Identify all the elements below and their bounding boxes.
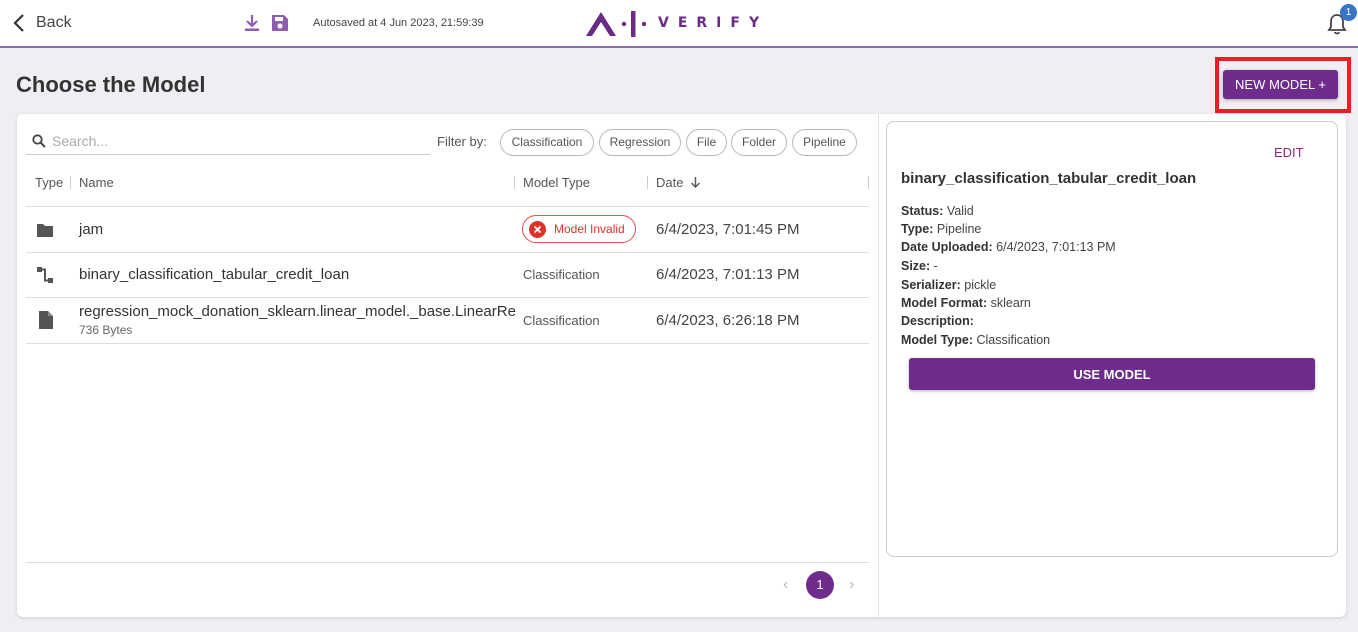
status-badge-invalid: Model Invalid	[522, 215, 636, 243]
column-header-model-type[interactable]: Model Type	[523, 175, 590, 190]
row-divider	[26, 297, 869, 298]
column-separator	[868, 176, 869, 189]
field-label: Model Format:	[901, 296, 988, 310]
field-value: pickle	[964, 278, 997, 292]
folder-icon	[37, 224, 53, 237]
file-icon	[39, 311, 53, 329]
download-icon[interactable]	[243, 14, 261, 32]
column-separator	[647, 176, 648, 189]
filter-chip-classification[interactable]: Classification	[500, 129, 594, 156]
row-name: binary_classification_tabular_credit_loa…	[79, 266, 350, 283]
row-date: 6/4/2023, 7:01:45 PM	[656, 221, 800, 238]
row-date: 6/4/2023, 6:26:18 PM	[656, 312, 800, 329]
search-box	[26, 127, 430, 155]
detail-model-type: Model Type: Classification	[901, 333, 1050, 347]
column-separator	[70, 176, 71, 189]
prev-page-button[interactable]: ‹	[783, 576, 788, 594]
row-name: regression_mock_donation_sklearn.linear_…	[79, 303, 516, 320]
field-label: Type:	[901, 222, 934, 236]
column-header-type[interactable]: Type	[35, 175, 63, 190]
save-icon[interactable]	[271, 14, 289, 32]
field-label: Model Type:	[901, 333, 973, 347]
field-value: 6/4/2023, 7:01:13 PM	[996, 240, 1116, 254]
top-bar: Back Autosaved at 4 Jun 2023, 21:59:39 V…	[0, 0, 1358, 48]
page-1-button[interactable]: 1	[806, 571, 834, 599]
pagination-divider	[26, 562, 869, 563]
logo-text: VERIFY	[658, 15, 769, 31]
field-value: Classification	[976, 333, 1051, 347]
back-button[interactable]: Back	[12, 13, 72, 33]
logo-mark-icon	[586, 11, 647, 37]
status-label: Model Invalid	[554, 222, 625, 236]
search-icon	[32, 133, 46, 148]
filter-chip-folder[interactable]: Folder	[731, 129, 787, 156]
filter-chip-file[interactable]: File	[686, 129, 727, 156]
field-value: Valid	[946, 204, 974, 218]
page-title: Choose the Model	[16, 72, 206, 97]
row-date: 6/4/2023, 7:01:13 PM	[656, 266, 800, 283]
filter-chip-regression[interactable]: Regression	[599, 129, 681, 156]
field-value: -	[933, 259, 938, 273]
row-name: jam	[79, 221, 104, 238]
field-label: Size:	[901, 259, 931, 273]
row-model-type: Classification	[523, 313, 600, 328]
field-label: Description:	[901, 314, 974, 328]
column-header-date[interactable]: Date	[656, 175, 683, 190]
sort-descending-icon[interactable]	[690, 176, 701, 189]
field-label: Status:	[901, 204, 944, 218]
field-label: Date Uploaded:	[901, 240, 993, 254]
detail-status: Status: Valid	[901, 204, 974, 218]
row-model-type: Classification	[523, 267, 600, 282]
new-model-button[interactable]: NEW MODEL +	[1223, 70, 1338, 99]
use-model-button[interactable]: USE MODEL	[909, 358, 1315, 390]
panel-divider	[878, 114, 879, 617]
field-value: sklearn	[990, 296, 1031, 310]
detail-title: binary_classification_tabular_credit_loa…	[901, 170, 1197, 187]
row-file-size: 736 Bytes	[79, 323, 133, 337]
column-separator	[514, 176, 515, 189]
detail-model-format: Model Format: sklearn	[901, 296, 1031, 310]
row-divider	[26, 252, 869, 253]
detail-date-uploaded: Date Uploaded: 6/4/2023, 7:01:13 PM	[901, 240, 1116, 254]
filter-label: Filter by:	[437, 134, 487, 149]
error-icon	[529, 220, 546, 238]
column-header-name[interactable]: Name	[79, 175, 114, 190]
chevron-left-icon	[13, 14, 24, 32]
next-page-button[interactable]: ›	[849, 576, 854, 594]
detail-type: Type: Pipeline	[901, 222, 981, 236]
field-label: Serializer:	[901, 278, 961, 292]
row-divider	[26, 343, 869, 344]
notification-badge: 1	[1340, 4, 1357, 21]
back-label: Back	[36, 14, 72, 31]
header-divider	[26, 206, 869, 207]
pipeline-icon	[37, 267, 53, 283]
autosave-status: Autosaved at 4 Jun 2023, 21:59:39	[313, 17, 484, 29]
filter-chip-pipeline[interactable]: Pipeline	[792, 129, 857, 156]
app-logo: VERIFY	[584, 8, 768, 38]
field-value: Pipeline	[936, 222, 982, 236]
detail-size: Size: -	[901, 259, 938, 273]
detail-description: Description:	[901, 314, 974, 328]
detail-serializer: Serializer: pickle	[901, 278, 996, 292]
edit-button[interactable]: EDIT	[1274, 145, 1304, 160]
search-input[interactable]	[52, 132, 412, 149]
